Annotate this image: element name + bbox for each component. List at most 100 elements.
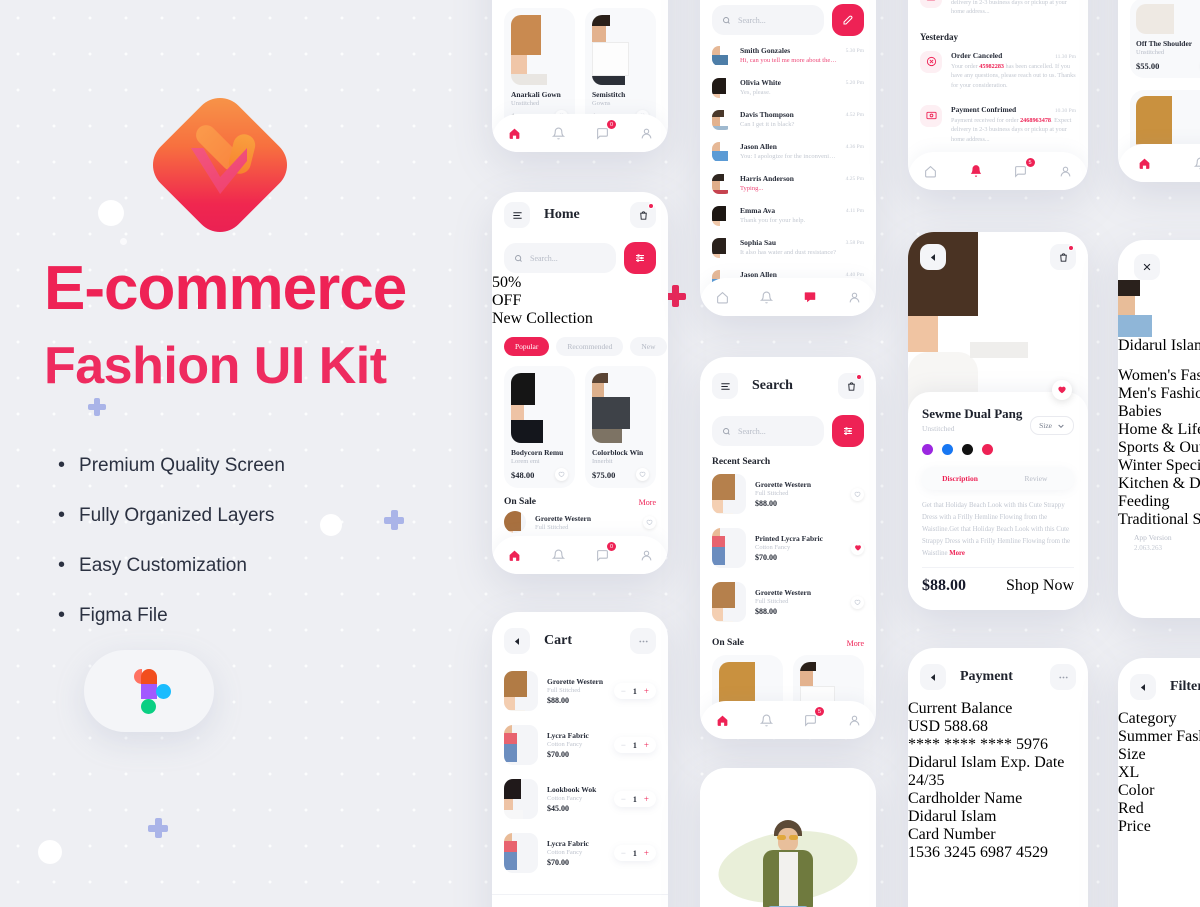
tab-profile[interactable] [636, 123, 656, 143]
tab-notifications[interactable] [548, 123, 568, 143]
tab-notifications[interactable] [756, 287, 776, 307]
list-item[interactable]: Sophia Sau It also has water and dust re… [700, 232, 876, 264]
color-swatch-black[interactable] [962, 444, 973, 455]
product-card[interactable]: Off The Shoulder Unstitched $55.00 [1130, 0, 1200, 78]
menu-item-home-lifestyle[interactable]: Home & Lifestyle [1118, 421, 1200, 439]
detail-tabs[interactable]: Discription Review [922, 467, 1074, 490]
decrement-button[interactable]: − [621, 740, 626, 750]
color-swatch-purple[interactable] [922, 444, 933, 455]
tab-cart[interactable]: 0 [592, 542, 616, 565]
tab-profile[interactable] [1056, 161, 1076, 181]
filter-field-size[interactable]: XL [1118, 764, 1200, 782]
more-options-button[interactable] [1050, 664, 1076, 690]
back-button[interactable] [504, 628, 530, 654]
tab-recommended[interactable]: Recommended [556, 337, 624, 356]
favorite-icon-active[interactable] [1052, 380, 1072, 400]
cart-row[interactable]: Lycra Fabric Cotton Fancy $70.00 − 1 + [492, 718, 668, 772]
favorite-icon[interactable] [643, 515, 656, 529]
search-input[interactable]: Search... [712, 416, 824, 446]
tab-notifications[interactable] [548, 545, 568, 565]
favorite-icon-active[interactable] [851, 541, 864, 555]
section-more-link[interactable]: More [639, 498, 656, 507]
cardnumber-field[interactable]: 1536 3245 6987 4529 [908, 844, 1088, 862]
decrement-button[interactable]: − [621, 686, 626, 696]
tab-home[interactable] [921, 161, 941, 181]
search-input[interactable]: Search... [712, 5, 824, 35]
increment-button[interactable]: + [644, 740, 649, 750]
tab-home[interactable] [504, 123, 524, 143]
quantity-stepper[interactable]: − 1 + [613, 845, 656, 861]
favorite-icon[interactable] [851, 595, 864, 609]
bottom-tab-bar[interactable]: 0 [492, 536, 668, 574]
category-tabs[interactable]: Popular Recommended New Most V [492, 337, 668, 356]
size-selector[interactable]: Size [1030, 416, 1074, 435]
tab-home[interactable] [1134, 153, 1154, 173]
filter-button[interactable] [832, 415, 864, 447]
tab-cart[interactable]: 5 [1011, 158, 1035, 181]
tab-notifications[interactable] [756, 710, 776, 730]
menu-item-traditional-style[interactable]: Traditional Styel [1118, 511, 1200, 529]
bottom-tab-bar[interactable]: 5 [700, 701, 876, 739]
list-item[interactable]: Printed Lycra Fabric Cotton Fancy $70.00 [700, 521, 876, 575]
tab-popular[interactable]: Popular [504, 337, 550, 356]
favorite-icon[interactable] [851, 487, 864, 501]
cart-button[interactable] [838, 373, 864, 399]
favorite-icon[interactable] [636, 468, 649, 481]
list-item[interactable]: Jason Allen You: I apologize for the inc… [700, 136, 876, 168]
menu-button[interactable] [504, 202, 530, 228]
cardholder-field[interactable]: Didarul Islam [908, 808, 1088, 826]
tab-notifications[interactable] [966, 161, 986, 181]
list-item[interactable]: Emma Ava Thank you for your help. 4.11 P… [700, 200, 876, 232]
tab-home[interactable] [712, 287, 732, 307]
more-link[interactable]: More [949, 550, 965, 557]
product-card[interactable]: Colorblock Win Innerbit $75.00 [585, 366, 656, 488]
tab-review[interactable]: Review [998, 467, 1074, 490]
shop-now-button[interactable]: Shop Now [1006, 577, 1074, 595]
filter-field-category[interactable]: Summer Fashion [1118, 728, 1200, 746]
color-swatch-pink[interactable] [982, 444, 993, 455]
cart-row[interactable]: Lookbook Wok Cotton Fancy $45.00 − 1 + [492, 772, 668, 826]
search-input[interactable]: Search... [504, 243, 616, 273]
promo-banner[interactable]: 50% OFF New Collection [492, 274, 668, 328]
list-item[interactable]: Olivia White Yes, please. 5.20 Pm [700, 72, 876, 104]
tab-description[interactable]: Discription [922, 467, 998, 490]
bottom-tab-bar[interactable] [700, 278, 876, 316]
menu-item-womens-fashion[interactable]: Women's Fashion [1118, 367, 1200, 385]
bottom-tab-bar[interactable] [1118, 144, 1200, 182]
decrement-button[interactable]: − [621, 848, 626, 858]
back-button[interactable] [1130, 674, 1156, 700]
tab-cart[interactable]: 5 [800, 707, 824, 730]
list-item[interactable]: Harris Anderson Typing... 4.25 Pm [700, 168, 876, 200]
close-icon[interactable] [1134, 254, 1160, 280]
favorite-icon[interactable] [555, 468, 568, 481]
color-swatches[interactable] [922, 444, 1074, 455]
tab-profile[interactable] [844, 710, 864, 730]
decrement-button[interactable]: − [621, 794, 626, 804]
tab-profile[interactable] [636, 545, 656, 565]
list-item[interactable]: Grorette Western Full Stitched $88.00 [700, 575, 876, 629]
more-options-button[interactable] [630, 628, 656, 654]
cart-button[interactable] [1050, 244, 1076, 270]
tab-home[interactable] [504, 545, 524, 565]
tab-new[interactable]: New [630, 337, 667, 356]
list-item[interactable]: Davis Thompson Can I get it in black? 4.… [700, 104, 876, 136]
bottom-tab-bar[interactable]: 5 [908, 152, 1088, 190]
product-card[interactable]: Anarkali Gown Unstitched $76.00 [504, 8, 575, 130]
tab-notifications[interactable] [1190, 153, 1200, 173]
notification-row[interactable]: Order Canceled 11.30 Pm Your order 45982… [908, 44, 1088, 98]
bottom-tab-bar[interactable]: 0 [492, 114, 668, 152]
credit-card[interactable]: Current Balance USD 588.68 **** **** ***… [908, 700, 1088, 790]
color-swatch-blue[interactable] [942, 444, 953, 455]
tab-messages[interactable] [800, 287, 820, 307]
menu-item-feeding[interactable]: Feeding [1118, 493, 1200, 511]
quantity-stepper[interactable]: − 1 + [613, 683, 656, 699]
increment-button[interactable]: + [644, 794, 649, 804]
filter-field-color[interactable]: Red [1118, 800, 1200, 818]
list-item[interactable]: Smith Gonzales Hi, can you tell me more … [700, 40, 876, 72]
product-card[interactable]: Bodycorn Remu Lorem emi $48.00 [504, 366, 575, 488]
drawer-menu[interactable]: Women's Fashion Men's Fashion Babies Hom… [1118, 367, 1200, 529]
tab-cart[interactable]: 0 [592, 120, 616, 143]
back-button[interactable] [920, 244, 946, 270]
tab-profile[interactable] [844, 287, 864, 307]
menu-item-mens-fashion[interactable]: Men's Fashion [1118, 385, 1200, 403]
